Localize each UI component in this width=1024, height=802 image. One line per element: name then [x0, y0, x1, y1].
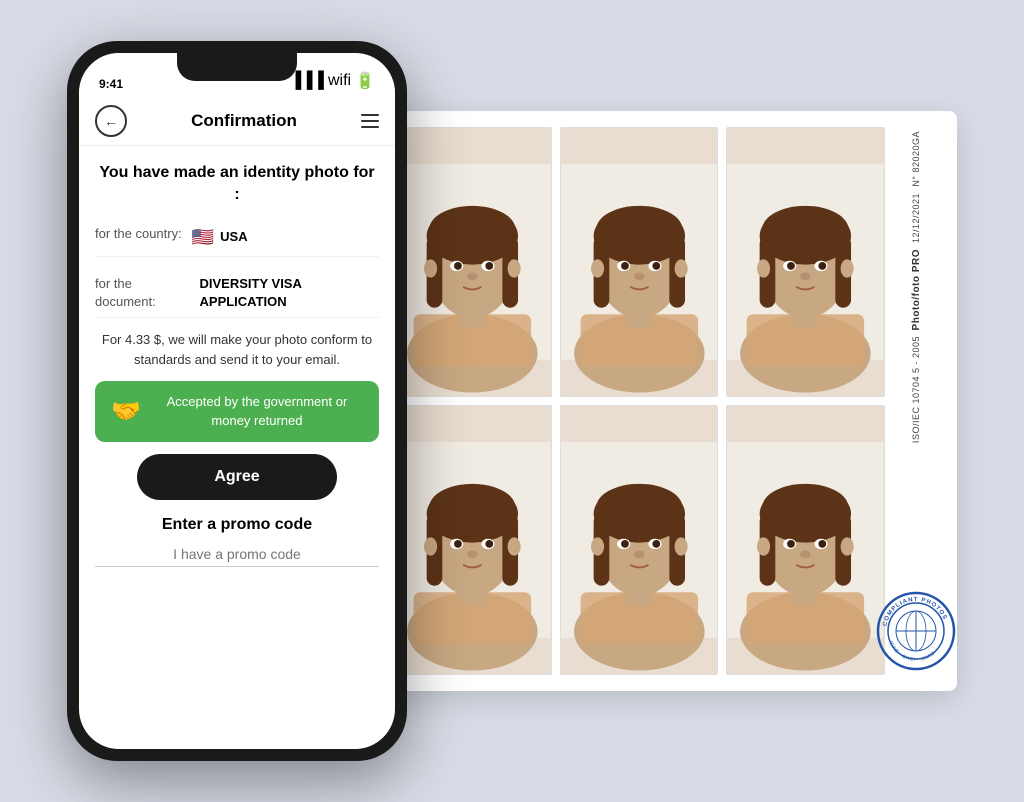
confirm-title: You have made an identity photo for : — [95, 162, 379, 207]
header-title: Confirmation — [191, 111, 297, 131]
guarantee-text: Accepted by the government or money retu… — [151, 393, 363, 429]
status-icons: ▐▐▐ wifi 🔋 — [290, 71, 375, 91]
serial-number: N° 82020GA — [911, 131, 921, 187]
country-row: for the country: 🇺🇸 USA — [95, 219, 379, 257]
sheet-date: 12/12/2021 — [911, 193, 921, 243]
country-name: USA — [220, 228, 247, 246]
guarantee-banner: 🤝 Accepted by the government or money re… — [95, 381, 379, 441]
passport-photo-6 — [726, 405, 885, 675]
sheet-sidebar: N° 82020GA 12/12/2021 Photo/foto PRO ISO… — [891, 127, 941, 675]
menu-line-3 — [361, 126, 379, 128]
promo-title: Enter a promo code — [162, 516, 312, 534]
menu-button[interactable] — [361, 114, 379, 128]
battery-icon: 🔋 — [355, 71, 375, 91]
phone-screen: 9:41 ▐▐▐ wifi 🔋 ← Confirmation — [79, 53, 395, 749]
guarantee-icon: 🤝 — [111, 397, 141, 426]
signal-icon: ▐▐▐ — [290, 72, 324, 90]
photo-sheet: N° 82020GA 12/12/2021 Photo/foto PRO ISO… — [377, 111, 957, 691]
passport-photo-1 — [393, 127, 552, 397]
wifi-icon: wifi — [328, 72, 351, 90]
passport-photo-5 — [560, 405, 719, 675]
back-arrow-icon: ← — [104, 113, 118, 129]
phone-notch — [177, 53, 297, 81]
menu-line-1 — [361, 114, 379, 116]
agree-button[interactable]: Agree — [137, 454, 337, 500]
app-header: ← Confirmation — [79, 97, 395, 146]
promo-section: Enter a promo code — [95, 512, 379, 567]
country-flag: 🇺🇸 — [192, 225, 214, 250]
passport-photo-3 — [726, 127, 885, 397]
scene: 9:41 ▐▐▐ wifi 🔋 ← Confirmation — [0, 0, 1024, 802]
status-time: 9:41 — [99, 77, 123, 91]
country-value: 🇺🇸 USA — [192, 225, 248, 250]
photo-grid — [393, 127, 885, 675]
back-button[interactable]: ← — [95, 105, 127, 137]
compliance-stamp: COMPLIANT PHOTOS ICAO · OACI · sMAO — [876, 591, 956, 671]
price-text: For 4.33 $, we will make your photo conf… — [95, 330, 379, 369]
app-content: You have made an identity photo for : fo… — [79, 146, 395, 749]
sheet-brand: Photo/foto PRO — [911, 249, 922, 330]
phone-inner: 9:41 ▐▐▐ wifi 🔋 ← Confirmation — [79, 53, 395, 749]
passport-photo-2 — [560, 127, 719, 397]
document-label: for the document: — [95, 275, 190, 311]
document-row: for the document: DIVERSITY VISA APPLICA… — [95, 269, 379, 318]
document-value: DIVERSITY VISA APPLICATION — [200, 275, 379, 311]
svg-text:ICAO · OACI · sMAO: ICAO · OACI · sMAO — [887, 640, 936, 663]
passport-photo-4 — [393, 405, 552, 675]
sheet-standard: ISO/IEC 10704 5 - 2005 — [911, 336, 921, 443]
phone: 9:41 ▐▐▐ wifi 🔋 ← Confirmation — [67, 41, 407, 761]
promo-input[interactable] — [95, 542, 379, 567]
country-label: for the country: — [95, 225, 182, 243]
menu-line-2 — [361, 120, 379, 122]
